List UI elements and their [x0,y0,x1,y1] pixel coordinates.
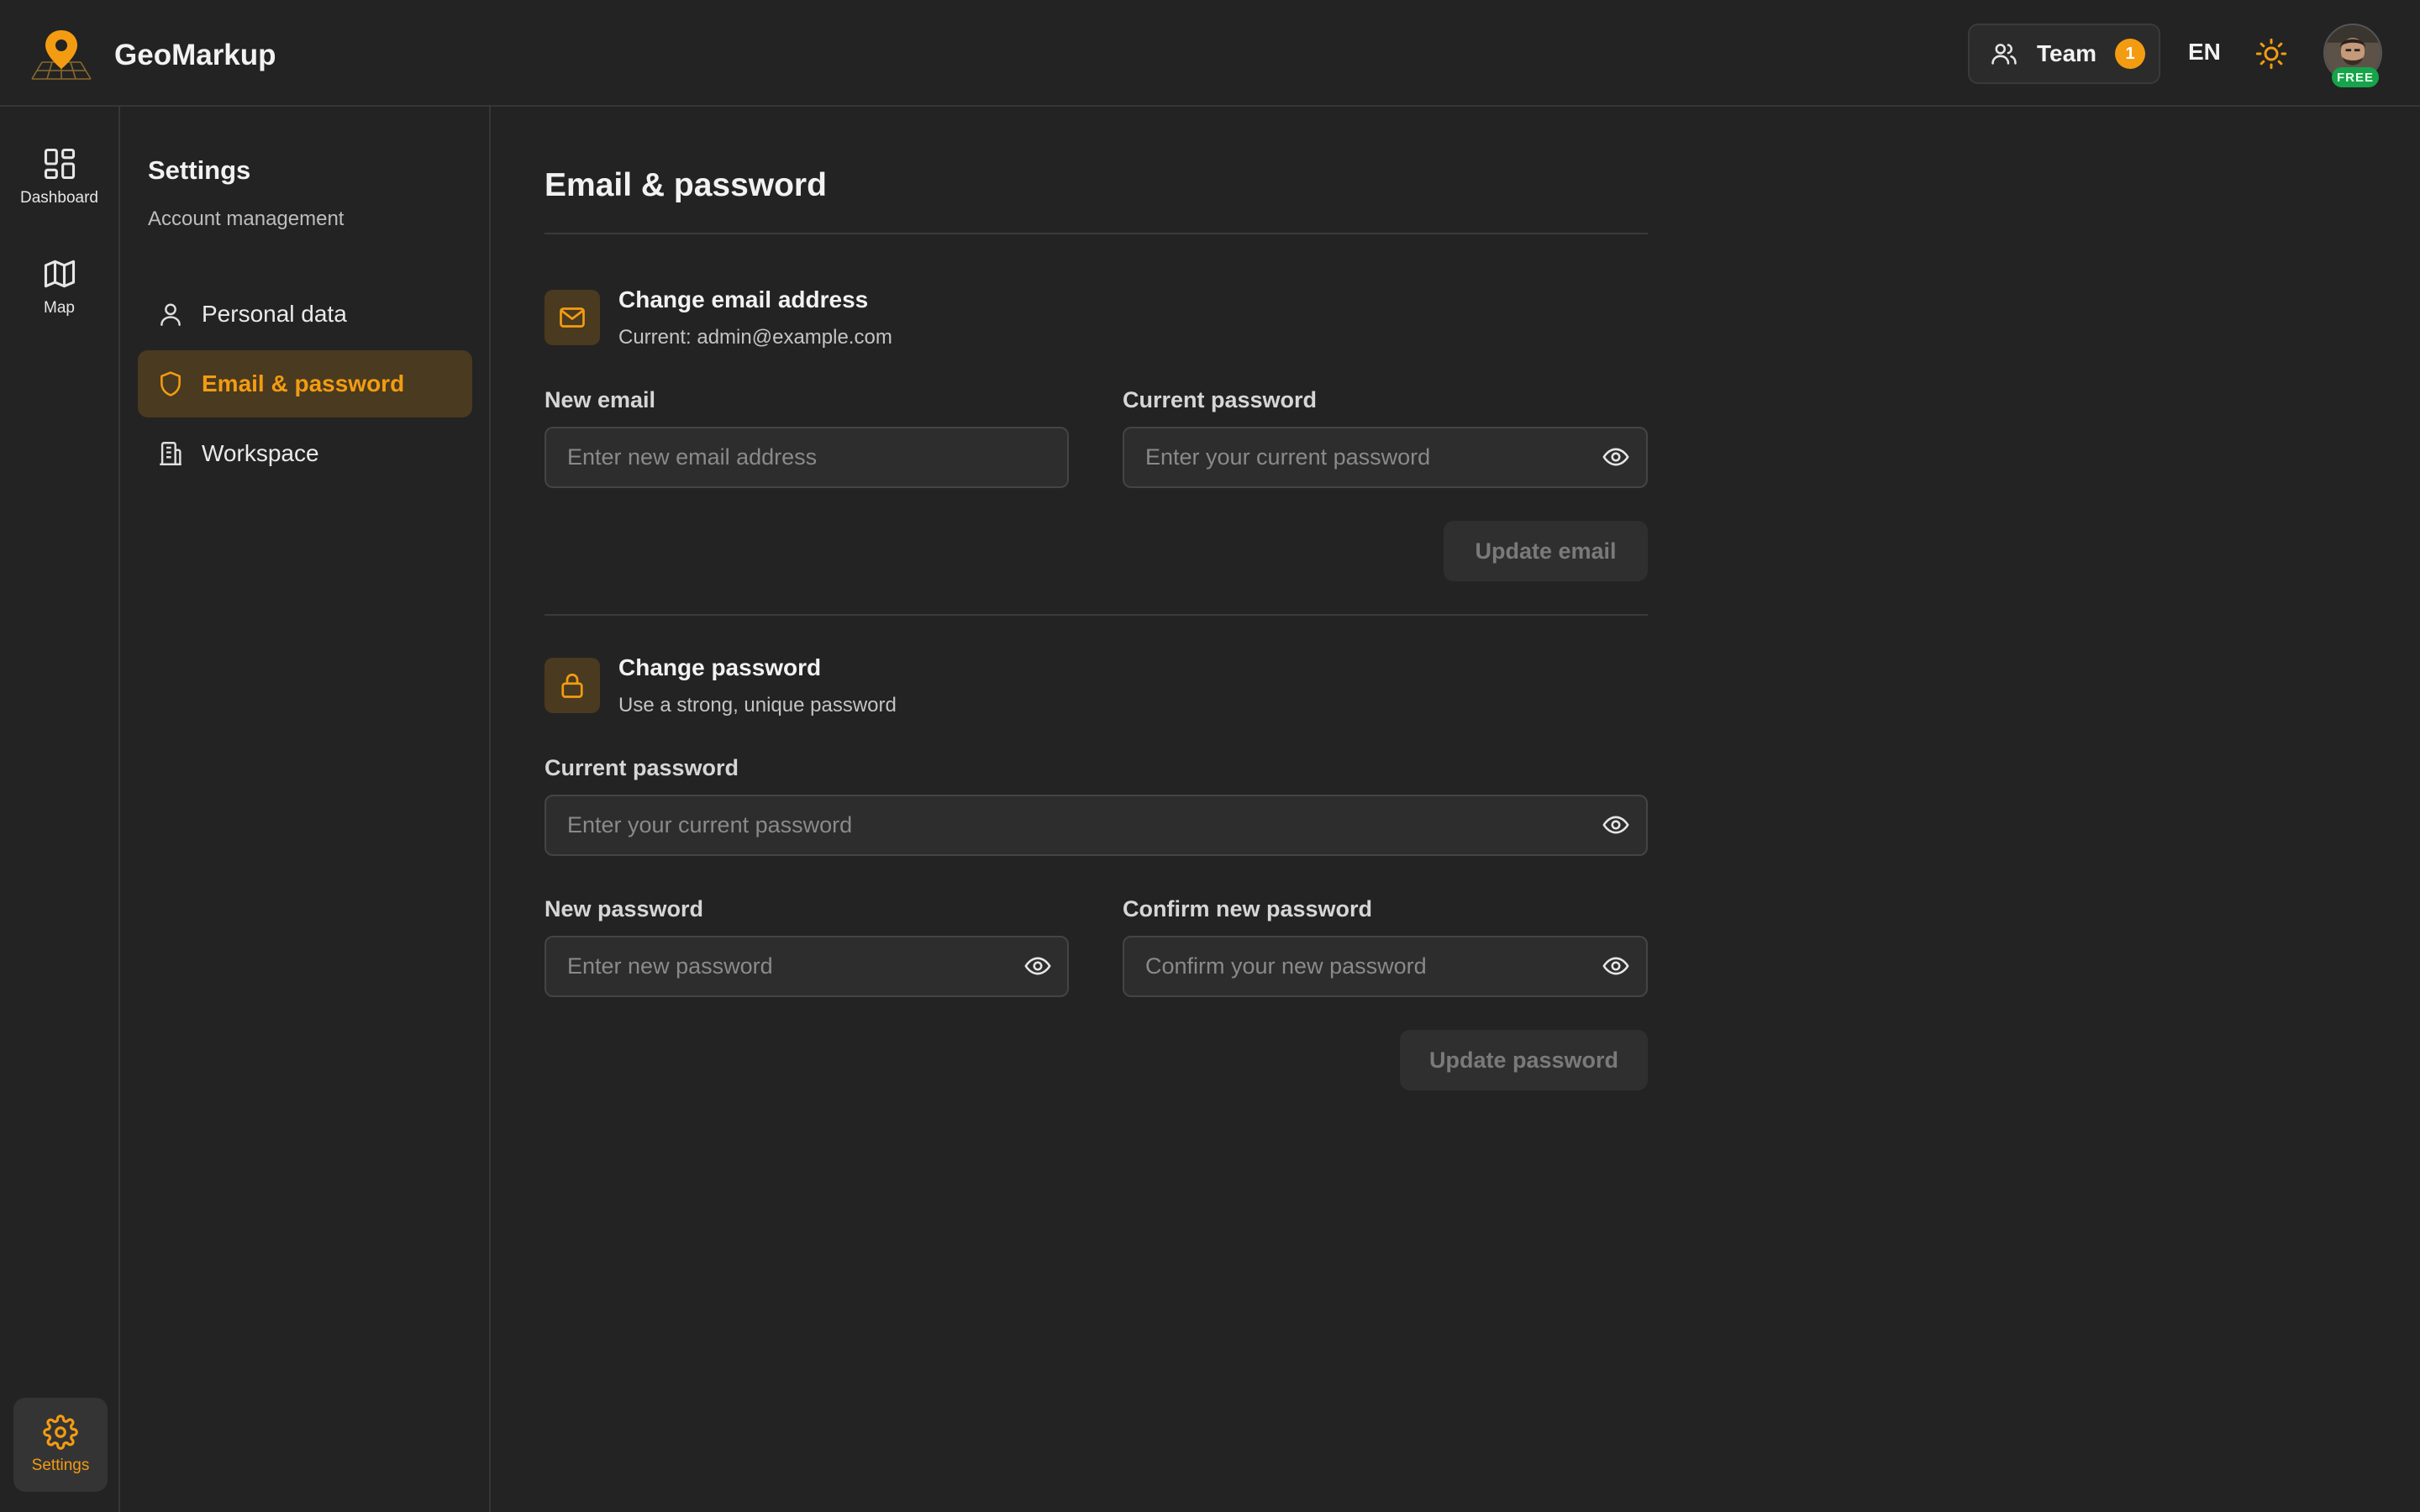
user-avatar-menu[interactable]: FREE [2323,24,2384,89]
sidebar-item-label: Workspace [202,440,319,466]
current-password-input[interactable] [544,795,1648,856]
sidebar-subtitle: Account management [148,207,345,230]
new-password-input[interactable] [544,936,1069,997]
gear-icon [43,1415,78,1450]
rail-item-settings[interactable]: Settings [13,1398,108,1492]
rail-item-dashboard[interactable]: Dashboard [0,145,118,207]
email-current-password-input[interactable] [1123,427,1648,488]
building-icon [160,442,182,465]
settings-sidebar: Settings Account management Personal dat… [120,107,491,1512]
top-header: GeoMarkup Team 1 EN FREE [0,0,2420,107]
title-divider [544,233,1648,234]
map-icon [44,260,75,288]
rail-label-map: Map [44,299,75,317]
geomarkup-logo-icon [31,30,92,80]
team-button[interactable]: Team 1 [1968,24,2160,84]
dashboard-grid-icon [44,148,75,180]
users-icon [1991,44,2017,65]
confirm-password-label: Confirm new password [1123,896,1373,921]
current-password-label: Current password [544,755,739,780]
new-password-label: New password [544,896,704,921]
brand[interactable]: GeoMarkup [29,29,276,82]
email-current-password-label: Current password [1123,387,1318,412]
sun-icon[interactable] [2254,37,2288,71]
confirm-password-input[interactable] [1123,936,1648,997]
sidebar-item-label: Personal data [202,301,347,327]
sidebar-item-label: Email & password [202,370,405,396]
main-content: Email & password Change email address Cu… [492,107,2420,1512]
password-section-subtitle: Use a strong, unique password [618,694,897,717]
new-email-label: New email [544,387,656,412]
password-section-icon-tile [544,658,600,713]
update-password-button[interactable]: Update password [1400,1030,1648,1090]
password-section-title: Change password [618,654,822,680]
rail-item-map[interactable]: Map [0,255,118,318]
rail-label-dashboard: Dashboard [20,189,98,207]
current-email-text: Current: admin@example.com [618,326,892,349]
email-section-icon-tile [544,290,600,345]
shield-icon [160,371,181,396]
sidebar-title: Settings [148,155,251,185]
plan-badge: FREE [2332,67,2379,87]
user-icon [160,303,181,326]
eye-icon[interactable] [1602,443,1630,471]
mail-icon [560,307,585,328]
language-switcher[interactable]: EN [2188,39,2221,66]
rail-label-settings: Settings [31,1457,90,1474]
sidebar-item-email-password[interactable]: Email & password [138,350,472,417]
sidebar-item-workspace[interactable]: Workspace [138,420,472,487]
eye-icon[interactable] [1602,811,1630,839]
email-section-title: Change email address [618,286,869,312]
lock-icon [561,673,583,698]
new-email-input[interactable] [544,427,1069,488]
section-divider [544,614,1648,616]
app-name: GeoMarkup [114,39,276,71]
team-count-badge: 1 [2115,39,2146,69]
sidebar-item-personal-data[interactable]: Personal data [138,281,472,348]
eye-icon[interactable] [1602,952,1630,980]
eye-icon[interactable] [1023,952,1052,980]
team-label: Team [2037,40,2097,66]
icon-rail: Dashboard Map Settings [0,107,120,1512]
update-email-button[interactable]: Update email [1444,521,1648,581]
page-title: Email & password [544,167,827,203]
